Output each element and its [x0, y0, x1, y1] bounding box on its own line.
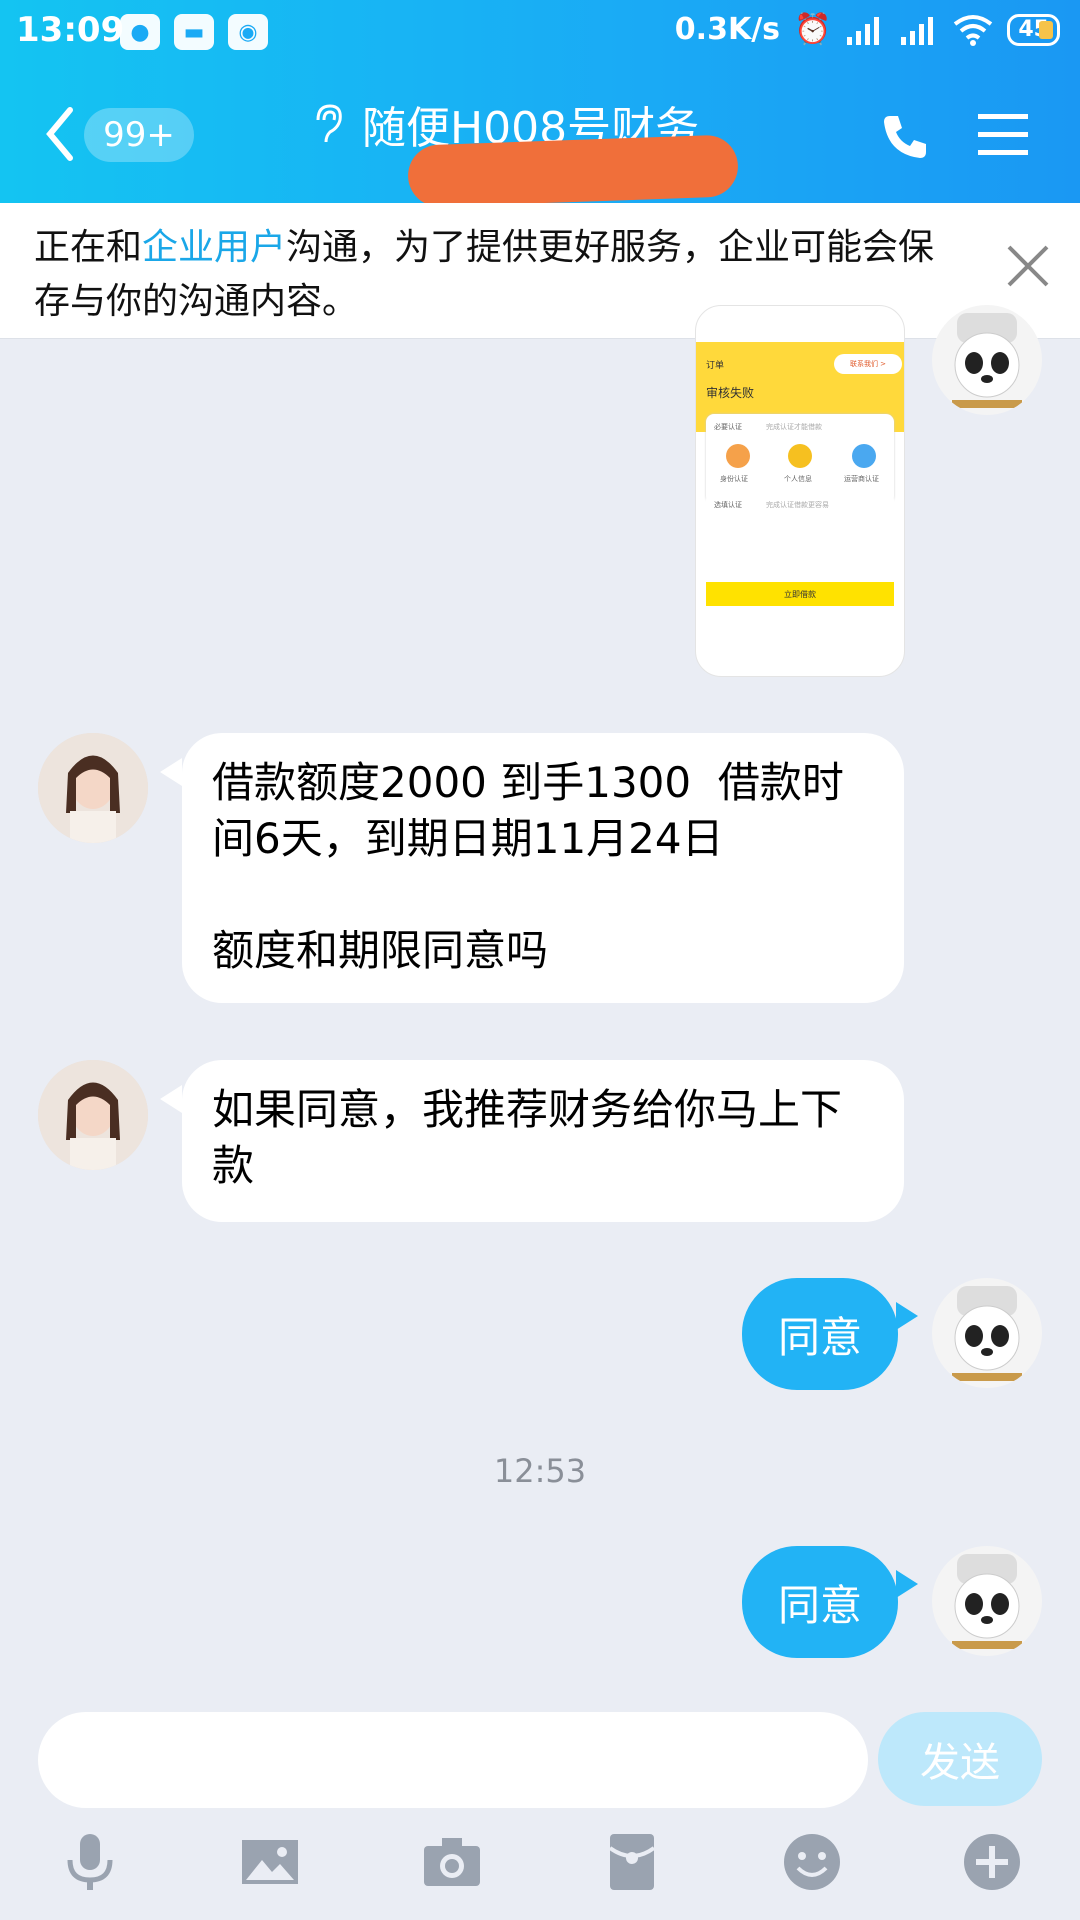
- menu-icon[interactable]: [978, 112, 1028, 158]
- my-avatar[interactable]: [932, 1546, 1042, 1656]
- opt-label-2: 个人信息: [784, 475, 812, 483]
- back-icon[interactable]: [40, 104, 80, 164]
- battery-icon: 45: [1007, 13, 1060, 46]
- signal-icon: [901, 16, 934, 45]
- my-avatar[interactable]: [932, 1278, 1042, 1388]
- message-bubble-agree[interactable]: 同意: [742, 1278, 898, 1390]
- status-time: 13:09: [16, 10, 125, 50]
- title-bar: 13:09 ● ▬ ◉ 0.3K/s ⏰ 45 99+ 随便H008号财务: [0, 0, 1080, 208]
- girl-portrait-icon: [38, 733, 148, 843]
- bubble-tail: [160, 758, 182, 786]
- contact-avatar[interactable]: [38, 733, 148, 843]
- emoji-icon[interactable]: [780, 1830, 844, 1894]
- screenshot-card: 必要认证 完成认证才能借款 身份认证 个人信息 运营商认证: [706, 414, 894, 504]
- enterprise-notice: 正在和企业用户沟通，为了提供更好服务，企业可能会保存与你的沟通内容。: [0, 203, 1080, 339]
- message-timestamp: 12:53: [493, 1452, 587, 1490]
- signal-icon: [847, 16, 880, 45]
- card-title: 必要认证: [714, 423, 742, 431]
- opt-label-3: 运营商认证: [844, 475, 879, 483]
- girl-portrait-icon: [38, 1060, 148, 1170]
- screenshot-status: 审核失败: [706, 386, 755, 400]
- panda-icon: [952, 313, 1022, 408]
- message-bubble-loan-terms[interactable]: 借款额度2000 到手1300 借款时间6天，到期日期11月24日 额度和期限同…: [182, 733, 904, 1003]
- card-hint: 完成认证才能借款: [766, 423, 822, 431]
- my-avatar[interactable]: [932, 305, 1042, 415]
- screenshot-order-label: 订单: [706, 361, 725, 371]
- info-icon: [788, 444, 812, 468]
- status-right: 0.3K/s ⏰ 45: [675, 12, 1060, 47]
- close-icon[interactable]: [1005, 243, 1051, 289]
- card2-title: 选填认证: [714, 501, 742, 509]
- screenshot-button: 立即借款: [706, 582, 894, 606]
- bubble-tail: [160, 1085, 182, 1113]
- image-icon[interactable]: [238, 1830, 302, 1894]
- status-left-icons: ● ▬ ◉: [120, 14, 268, 50]
- camera-icon[interactable]: [420, 1830, 484, 1894]
- send-button[interactable]: 发送: [878, 1712, 1042, 1806]
- image-message[interactable]: 订单 审核失败 联系我们 > 必要认证 完成认证才能借款 身份认证 个人信息 运…: [695, 305, 905, 677]
- contact-avatar[interactable]: [38, 1060, 148, 1170]
- message-input[interactable]: [38, 1712, 868, 1808]
- message-bubble-recommend[interactable]: 如果同意，我推荐财务给你马上下款: [182, 1060, 904, 1222]
- notice-prefix: 正在和: [34, 227, 143, 268]
- screenshot-card-2: 选填认证 完成认证借款更容易: [706, 492, 894, 572]
- red-packet-icon[interactable]: [600, 1830, 664, 1894]
- wifi-icon: [954, 14, 993, 46]
- wechat-icon: ●: [120, 14, 160, 50]
- carrier-icon: [852, 444, 876, 468]
- panda-icon: [952, 1286, 1022, 1381]
- unread-badge[interactable]: 99+: [84, 108, 194, 162]
- alarm-icon: ⏰: [794, 12, 832, 47]
- enterprise-user-link[interactable]: 企业用户: [142, 227, 286, 268]
- qq-icon: ◉: [228, 14, 268, 50]
- panda-icon: [952, 1554, 1022, 1649]
- opt-label-1: 身份认证: [720, 475, 748, 483]
- microphone-icon[interactable]: [58, 1830, 122, 1894]
- plus-icon[interactable]: [960, 1830, 1024, 1894]
- redaction-mark: [407, 134, 739, 208]
- network-speed: 0.3K/s: [674, 12, 781, 47]
- app-icon: ▬: [174, 14, 214, 50]
- id-auth-icon: [726, 444, 750, 468]
- message-bubble-agree[interactable]: 同意: [742, 1546, 898, 1658]
- phone-icon[interactable]: [880, 112, 930, 162]
- screenshot-contact-pill: 联系我们 >: [834, 354, 902, 374]
- bubble-tail: [896, 1570, 918, 1598]
- bubble-tail: [896, 1302, 918, 1330]
- ear-icon: [316, 104, 342, 143]
- card2-hint: 完成认证借款更容易: [766, 501, 829, 509]
